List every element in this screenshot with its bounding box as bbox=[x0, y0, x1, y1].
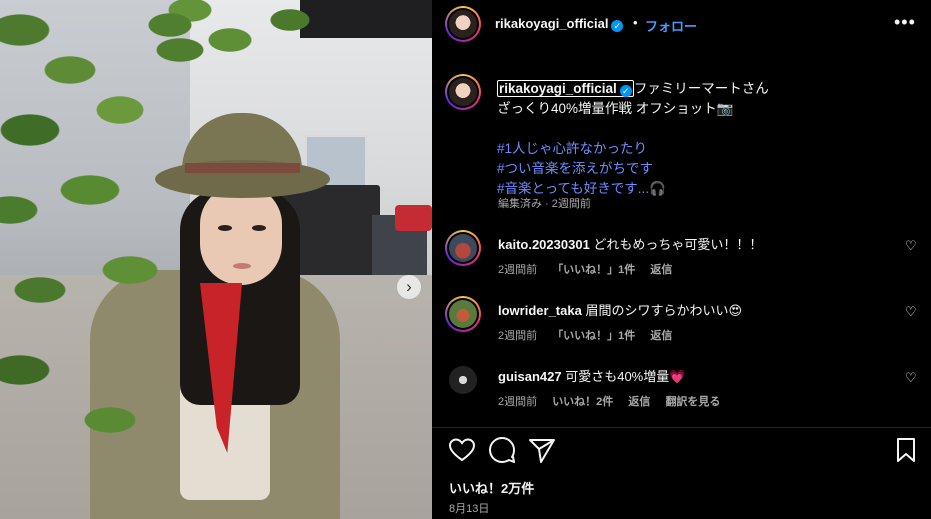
comment-meta: 2週間前 「いいね！」1件 返信 bbox=[498, 327, 684, 343]
commenter-username[interactable]: guisan427 bbox=[498, 369, 562, 384]
like-heart-icon[interactable] bbox=[446, 434, 478, 466]
comment-item: kaito.20230301 どれもめっちゃ可愛い！！！ 2週間前 「いいね！」… bbox=[432, 230, 931, 290]
reply-button[interactable]: 返信 bbox=[650, 330, 672, 342]
hashtag-link[interactable]: #つい音楽を添えがちです bbox=[497, 159, 917, 179]
post-side-panel: rikakoyagi_official ✓ • フォロー ••• rikakoya… bbox=[432, 0, 931, 519]
headphones-icon: 🎧 bbox=[649, 181, 666, 196]
author-avatar[interactable] bbox=[445, 6, 481, 42]
comment-like-heart-icon[interactable]: ♡ bbox=[905, 304, 917, 320]
comment-like-count[interactable]: 「いいね！」1件 bbox=[552, 330, 635, 342]
post-header: rikakoyagi_official ✓ • フォロー ••• bbox=[432, 0, 931, 49]
comment-time: 2週間前 bbox=[498, 396, 538, 408]
comment-bubble-icon[interactable] bbox=[486, 434, 518, 466]
comment-text: どれもめっちゃ可愛い！！！ bbox=[593, 237, 763, 252]
post-photo[interactable]: › bbox=[0, 0, 432, 519]
right-eye bbox=[252, 225, 266, 231]
reply-button[interactable]: 返信 bbox=[650, 264, 672, 276]
comment-body: lowrider_taka 眉間のシワすらかわいい😍 bbox=[498, 300, 742, 319]
comment-item: lowrider_taka 眉間のシワすらかわいい😍 2週間前 「いいね！」1件… bbox=[432, 296, 931, 356]
commenter-avatar[interactable] bbox=[445, 230, 481, 266]
commenter-avatar[interactable] bbox=[445, 296, 481, 332]
comment-meta: 2週間前 「いいね！」1件 返信 bbox=[498, 261, 684, 277]
caption-meta: 編集済み · 2週間前 bbox=[498, 198, 591, 210]
comment-time: 2週間前 bbox=[498, 330, 538, 342]
more-options-icon[interactable]: ••• bbox=[894, 12, 916, 33]
comment-item: guisan427 可愛さも40%増量💗 2週間前 いいね！2件 返信 翻訳を見… bbox=[432, 362, 931, 422]
follow-button[interactable]: フォロー bbox=[645, 16, 697, 35]
hashtag-link[interactable]: #1人じゃ心許なかったり bbox=[497, 139, 917, 159]
share-send-icon[interactable] bbox=[526, 434, 558, 466]
verified-badge-icon: ✓ bbox=[611, 20, 624, 32]
commenter-avatar[interactable] bbox=[445, 362, 481, 398]
reply-button[interactable]: 返信 bbox=[628, 396, 650, 408]
divider bbox=[432, 427, 931, 428]
header-separator: • bbox=[633, 15, 638, 30]
bookmark-icon[interactable] bbox=[890, 434, 922, 466]
translate-link[interactable]: 翻訳を見る bbox=[665, 396, 720, 408]
caption-line-2: ざっくり40%増量作戦 オフショット📷 bbox=[497, 101, 734, 116]
commenter-username[interactable]: kaito.20230301 bbox=[498, 237, 590, 252]
author-username-text[interactable]: rikakoyagi_official bbox=[495, 16, 608, 31]
post-date[interactable]: 8月13日 bbox=[449, 500, 489, 516]
comment-meta: 2週間前 いいね！2件 返信 翻訳を見る bbox=[498, 393, 732, 409]
comment-time: 2週間前 bbox=[498, 264, 538, 276]
comment-like-count[interactable]: いいね！2件 bbox=[552, 396, 613, 408]
caption-username[interactable]: rikakoyagi_official ✓ bbox=[497, 80, 634, 97]
comment-like-heart-icon[interactable]: ♡ bbox=[905, 238, 917, 254]
caption-avatar[interactable] bbox=[445, 74, 481, 110]
verified-badge-icon: ✓ bbox=[619, 85, 632, 97]
comment-like-heart-icon[interactable]: ♡ bbox=[905, 370, 917, 386]
author-username[interactable]: rikakoyagi_official ✓ bbox=[495, 16, 624, 32]
post-viewer: › rikakoyagi_official ✓ • フォロー ••• rikako… bbox=[0, 0, 931, 519]
post-actions bbox=[432, 434, 931, 470]
post-caption: rikakoyagi_official ✓ ファミリーマートさん ざっくり40%増量… bbox=[497, 79, 917, 199]
comment-body: guisan427 可愛さも40%増量💗 bbox=[498, 366, 685, 385]
comment-text: 眉間のシワすらかわいい😍 bbox=[585, 303, 743, 318]
comment-like-count[interactable]: 「いいね！」1件 bbox=[552, 264, 635, 276]
caption-line-1: ファミリーマートさん bbox=[633, 81, 769, 96]
commenter-username[interactable]: lowrider_taka bbox=[498, 303, 582, 318]
like-count[interactable]: いいね！2万件 bbox=[449, 478, 534, 497]
hashtag-link[interactable]: #音楽とっても好きです... bbox=[497, 181, 649, 196]
comment-body: kaito.20230301 どれもめっちゃ可愛い！！！ bbox=[498, 234, 762, 253]
background-red-box bbox=[395, 205, 432, 231]
comment-text: 可愛さも40%増量💗 bbox=[565, 369, 686, 384]
top-leaves bbox=[140, 0, 320, 80]
next-image-button[interactable]: › bbox=[397, 275, 421, 299]
